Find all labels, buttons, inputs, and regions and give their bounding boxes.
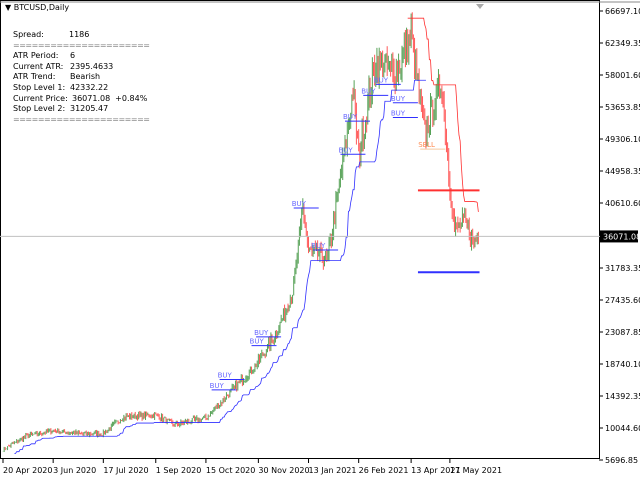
separator: ======================: [13, 40, 150, 50]
buy-signal-label: BUY: [361, 87, 376, 95]
current-price-tag-label: 36071.08: [603, 232, 640, 241]
y-tick-label: 58001.60: [605, 71, 640, 80]
y-tick-label: 27435.60: [605, 296, 640, 305]
x-tick-label: 26 Feb 2021: [359, 466, 409, 475]
buy-signal-label: BUY: [311, 242, 326, 250]
shift-marker-icon: [476, 4, 484, 9]
y-tick-label: 23087.85: [605, 328, 640, 337]
x-tick-label: 3 Jun 2020: [53, 466, 96, 475]
x-tick-label: 20 Apr 2020: [3, 466, 52, 475]
buy-signal-label: BUY: [338, 146, 353, 154]
y-tick-label: 31783.35: [605, 264, 640, 273]
buy-signal-label: BUY: [391, 95, 406, 103]
sell-signal-label: SELL: [418, 141, 435, 149]
symbol-timeframe: BTCUSD,Daily: [13, 3, 70, 12]
current-atr-value: 2395.4633: [70, 61, 114, 71]
x-tick-label: 1 Sep 2020: [156, 466, 202, 475]
current-atr-label: Current ATR:: [13, 61, 64, 71]
buy-signal-label: BUY: [374, 76, 389, 84]
buy-signal-label: BUY: [391, 109, 406, 117]
chart-title: ▼ BTCUSD,Daily: [5, 3, 69, 12]
price-change: +0.84%: [115, 93, 148, 103]
buy-signal-label: BUY: [292, 200, 307, 208]
y-tick-label: 66697.10: [605, 7, 640, 16]
current-price-value: 36071.08: [72, 93, 111, 103]
atr-trailing-stop-down: [407, 17, 479, 212]
atr-period-value: 6: [70, 51, 76, 61]
buy-signal-label: BUY: [343, 113, 358, 121]
spread-value: 1186: [69, 30, 90, 39]
y-tick-label: 53653.85: [605, 103, 640, 112]
buy-signal-label: BUY: [218, 372, 233, 380]
current-price-label: Current Price:: [13, 93, 68, 103]
atr-trend-label: ATR Trend:: [13, 72, 56, 82]
buy-signal-label: BUY: [210, 382, 225, 390]
mt4-chart-window: 66697.10 62349.35 58001.60 53653.85 49306.10…: [0, 0, 640, 480]
atr-info-panel: Spread: 1186 ====================== ATR P…: [13, 30, 150, 125]
collapse-triangle-icon[interactable]: ▼: [5, 3, 11, 12]
x-tick-label: 17 May 2021: [450, 466, 502, 475]
atr-trend-value: Bearish: [70, 72, 101, 82]
atr-period-label: ATR Period:: [13, 51, 59, 61]
separator: ======================: [13, 114, 150, 124]
y-tick-label: 18740.10: [605, 360, 640, 369]
stop-level-1-label: Stop Level 1:: [13, 82, 66, 92]
stop-level-2-value: 31205.47: [70, 104, 109, 114]
y-tick-label: 14392.35: [605, 392, 640, 401]
spread-label: Spread:: [13, 30, 44, 39]
x-tick-label: 15 Oct 2020: [206, 466, 255, 475]
x-tick-label: 30 Nov 2020: [258, 466, 309, 475]
buy-signal-label: BUY: [254, 329, 269, 337]
y-tick-label: 5696.85: [605, 456, 638, 465]
x-tick-label: 13 Jan 2021: [309, 466, 357, 475]
y-tick-label: 40610.60: [605, 199, 640, 208]
y-tick-label: 62349.35: [605, 39, 640, 48]
y-tick-label: 10044.60: [605, 424, 640, 433]
buy-signal-label: BUY: [250, 338, 265, 346]
y-tick-label: 49306.10: [605, 135, 640, 144]
stop-level-2-label: Stop Level 2:: [13, 104, 66, 114]
x-tick-label: 17 Jul 2020: [103, 466, 148, 475]
stop-level-1-value: 42332.22: [70, 82, 109, 92]
y-tick-label: 44958.35: [605, 167, 640, 176]
